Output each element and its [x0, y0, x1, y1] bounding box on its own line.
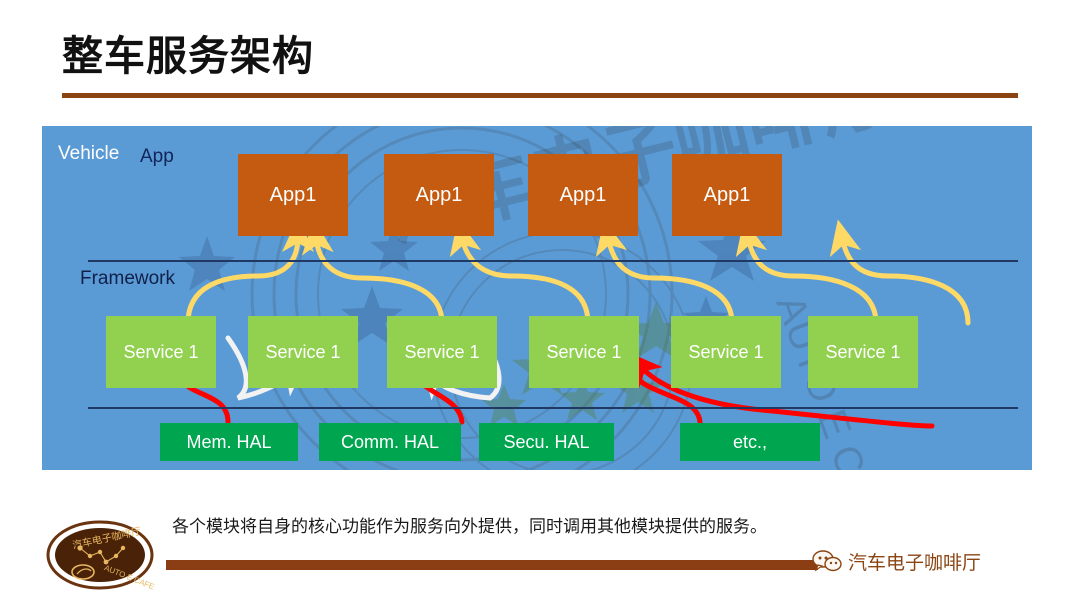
hal-box[interactable]: Secu. HAL: [479, 423, 614, 461]
service-box[interactable]: Service 1: [248, 316, 358, 388]
wechat-brand-mark: 汽车电子咖啡厅: [812, 548, 981, 575]
hal-box[interactable]: etc.,: [680, 423, 820, 461]
slide-caption: 各个模块将自身的核心功能作为服务向外提供，同时调用其他模块提供的服务。: [172, 517, 767, 536]
service-box[interactable]: Service 1: [808, 316, 918, 388]
wechat-account-name: 汽车电子咖啡厅: [848, 553, 982, 574]
title-divider-rule: [62, 93, 1018, 98]
app-box[interactable]: App1: [672, 154, 782, 236]
service-box[interactable]: Service 1: [671, 316, 781, 388]
architecture-diagram-panel: 汽车电子咖啡厅 AUTO E CAFE: [42, 126, 1032, 470]
app-box[interactable]: App1: [528, 154, 638, 236]
service-to-app-arrows: [185, 217, 971, 326]
hal-box[interactable]: Comm. HAL: [319, 423, 461, 461]
hal-divider-line: [88, 407, 1018, 409]
framework-divider-line: [88, 260, 1018, 262]
app-layer-label: App: [140, 146, 174, 167]
page-title: 整车服务架构: [62, 33, 314, 79]
app-box[interactable]: App1: [238, 154, 348, 236]
service-box[interactable]: Service 1: [106, 316, 216, 388]
service-box[interactable]: Service 1: [529, 316, 639, 388]
service-box[interactable]: Service 1: [387, 316, 497, 388]
footer-divider-rule: [166, 560, 818, 570]
framework-layer-label: Framework: [80, 268, 176, 289]
vehicle-layer-label: Vehicle: [58, 143, 120, 164]
wechat-icon: [812, 549, 842, 572]
hal-box[interactable]: Mem. HAL: [160, 423, 298, 461]
app-box[interactable]: App1: [384, 154, 494, 236]
brand-logo-icon: 汽车电子咖啡厅 AUTO E CAFE: [46, 520, 156, 591]
